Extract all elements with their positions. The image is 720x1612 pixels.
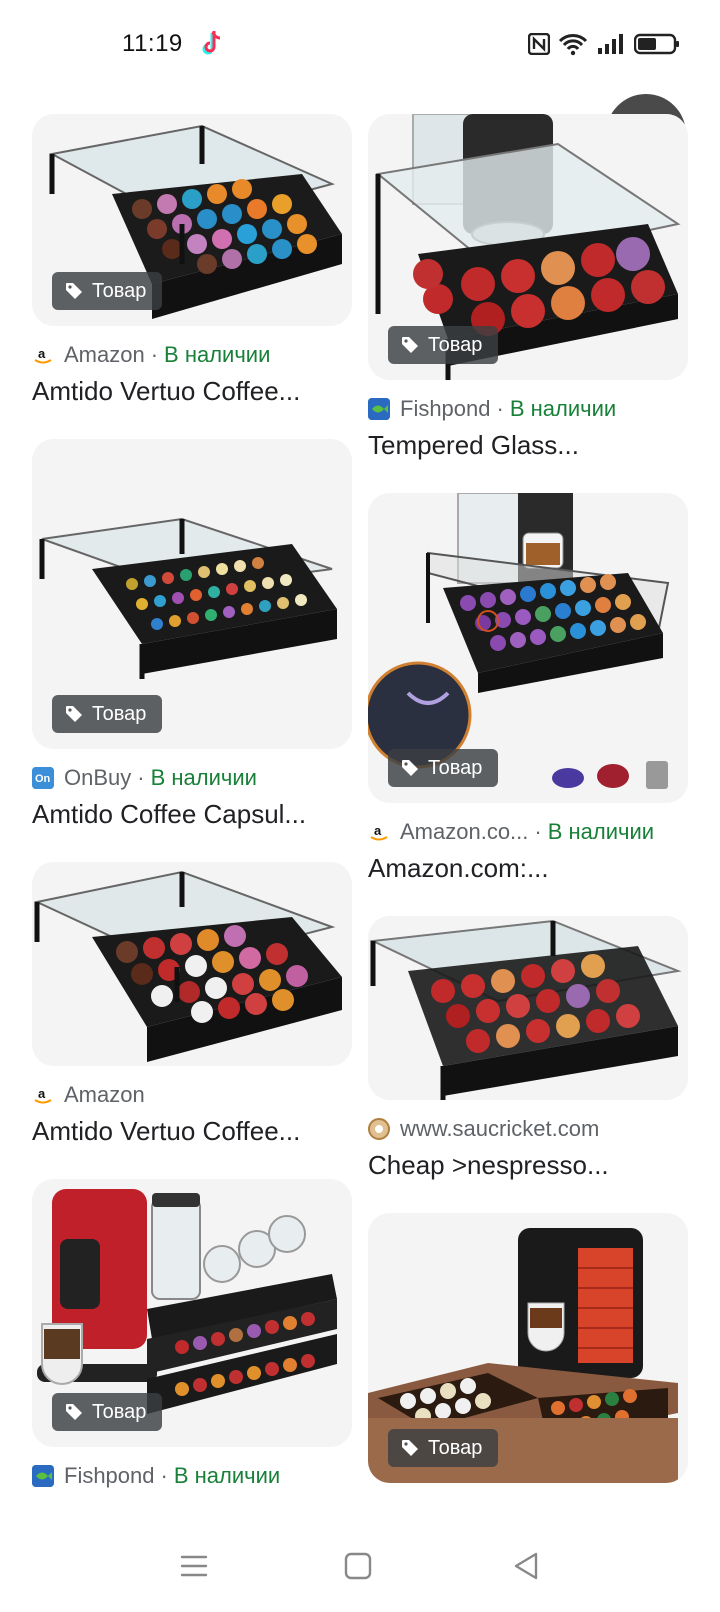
source-name: Amazon.co... (400, 819, 529, 844)
product-image (368, 916, 688, 1100)
fishpond-logo-icon (32, 1465, 54, 1487)
source-name: Amazon (64, 342, 145, 367)
result-source[interactable]: a Amazon · В наличии (32, 342, 352, 368)
battery-icon (634, 33, 679, 55)
result-image-glass-drawer-red-capsules[interactable] (368, 916, 688, 1100)
badge-label: Товар (428, 333, 483, 356)
result-card[interactable]: Товар (368, 1213, 688, 1483)
badge-label: Товар (428, 756, 483, 779)
svg-text:On: On (35, 773, 51, 785)
product-image (32, 862, 352, 1066)
amazon-logo-icon: a (368, 821, 390, 843)
result-source[interactable]: a Amazon (32, 1082, 352, 1108)
availability-label: В наличии (150, 765, 257, 790)
menu-icon[interactable] (178, 1550, 210, 1582)
product-badge: Товар (388, 326, 499, 364)
availability-label: В наличии (173, 1463, 281, 1488)
signal-icon (598, 34, 623, 54)
status-bar: 11:19 (0, 0, 720, 90)
source-name: OnBuy (64, 765, 132, 790)
fishpond-logo-icon (368, 398, 390, 420)
svg-text:a: a (38, 346, 46, 361)
amazon-logo-icon: a (32, 344, 54, 366)
source-name: Fishpond (64, 1463, 155, 1488)
tag-icon (66, 283, 82, 299)
result-title[interactable]: Amtido Coffee Capsul... (32, 799, 352, 830)
result-card[interactable]: Товар a Amazon · В наличии Amtido Vertuo… (32, 114, 352, 407)
result-image-drawer-dolce-gusto[interactable] (32, 862, 352, 1066)
back-icon[interactable] (510, 1550, 542, 1582)
result-card[interactable]: www.saucricket.com Cheap >nespresso... (368, 916, 688, 1181)
wifi-icon (558, 34, 588, 56)
result-title[interactable]: Amtido Vertuo Coffee... (32, 1116, 352, 1147)
result-card[interactable]: Товар Fishpond · В наличии (32, 1179, 352, 1489)
result-title[interactable]: Amtido Vertuo Coffee... (32, 376, 352, 407)
product-badge: Товар (52, 1393, 163, 1431)
badge-label: Товар (92, 702, 147, 725)
result-image-vertuo-machine-glass-drawer[interactable]: Товар (368, 114, 688, 380)
status-time: 11:19 (122, 30, 183, 57)
source-name: Fishpond (400, 396, 491, 421)
availability-label: В наличии (164, 342, 271, 367)
result-image-drawer-vertuo[interactable]: Товар (32, 114, 352, 326)
result-title[interactable]: Amazon.com:... (368, 853, 688, 884)
result-image-machine-with-rack[interactable]: Товар (32, 1179, 352, 1447)
availability-label: В наличии (547, 819, 655, 844)
product-badge: Товар (52, 272, 163, 310)
source-separator: · (160, 1463, 168, 1488)
system-nav-bar (0, 1520, 720, 1612)
status-icons (528, 32, 680, 56)
result-title[interactable]: Tempered Glass... (368, 430, 688, 461)
product-badge: Товар (388, 1429, 499, 1467)
result-image-drawer-small-capsules[interactable]: Товар (32, 439, 352, 749)
nfc-icon (528, 33, 550, 55)
source-separator: · (534, 819, 542, 844)
tag-icon (402, 1440, 418, 1456)
result-source[interactable]: On OnBuy · В наличии (32, 765, 352, 791)
source-separator: · (137, 765, 145, 790)
result-source[interactable]: a Amazon.co... · В наличии (368, 819, 688, 845)
source-name: Amazon (64, 1082, 145, 1107)
results-column-left: Товар a Amazon · В наличии Amtido Vertuo… (32, 114, 352, 1521)
product-badge: Товар (388, 749, 499, 787)
result-card[interactable]: a Amazon Amtido Vertuo Coffee... (32, 862, 352, 1147)
svg-text:a: a (374, 823, 382, 838)
saucricket-logo-icon (368, 1118, 390, 1140)
tiktok-icon (202, 31, 221, 55)
result-source[interactable]: www.saucricket.com (368, 1116, 688, 1142)
tag-icon (402, 760, 418, 776)
tag-icon (66, 706, 82, 722)
onbuy-logo-icon: On (32, 767, 54, 789)
svg-text:a: a (38, 1086, 46, 1101)
home-icon[interactable] (342, 1550, 374, 1582)
result-card[interactable]: Товар On OnBuy · В наличии Amtido Coffee… (32, 439, 352, 830)
tag-icon (402, 337, 418, 353)
source-name: www.saucricket.com (400, 1116, 600, 1141)
result-source[interactable]: Fishpond · В наличии (368, 396, 688, 422)
badge-label: Товар (428, 1436, 483, 1459)
results-column-right: Товар Fishpond · В наличии Tempered Glas… (368, 114, 688, 1515)
badge-label: Товар (92, 1400, 147, 1423)
product-badge: Товар (52, 695, 163, 733)
tag-icon (66, 1404, 82, 1420)
source-separator: · (496, 396, 504, 421)
availability-label: В наличии (509, 396, 617, 421)
result-image-drawer-machine-capsules[interactable]: Товар (368, 493, 688, 803)
badge-label: Товар (92, 279, 147, 302)
result-title[interactable]: Cheap >nespresso... (368, 1150, 688, 1181)
result-image-pixie-copper-drawer[interactable]: Товар (368, 1213, 688, 1483)
amazon-logo-icon: a (32, 1084, 54, 1106)
result-card[interactable]: Товар a Amazon.co... · В наличии Amazon.… (368, 493, 688, 884)
result-source[interactable]: Fishpond · В наличии (32, 1463, 352, 1489)
source-separator: · (150, 342, 159, 367)
result-card[interactable]: Товар Fishpond · В наличии Tempered Glas… (368, 114, 688, 461)
